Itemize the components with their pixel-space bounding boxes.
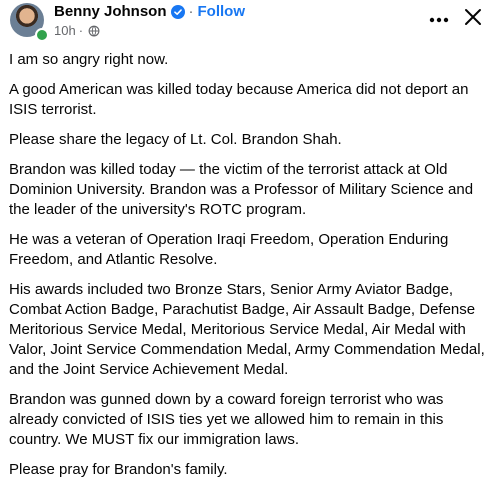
post-paragraph: I am so angry right now.	[9, 51, 169, 68]
post-paragraph: Brandon was killed today — the victim of…	[9, 161, 474, 218]
author-row: Benny Johnson · Follow	[54, 3, 245, 20]
author-name[interactable]: Benny Johnson	[54, 3, 167, 20]
meta-separator: ·	[78, 23, 84, 38]
post-paragraph: Please share the legacy of Lt. Col. Bran…	[9, 131, 342, 148]
close-icon	[464, 8, 482, 31]
post-body: I am so angry right now. A good American…	[9, 50, 493, 490]
post-timestamp[interactable]: 10h	[54, 23, 76, 38]
verified-badge-icon	[170, 4, 185, 19]
globe-icon[interactable]	[88, 25, 100, 37]
post-paragraph: Please pray for Brandon's family.	[9, 461, 228, 478]
avatar-wrapper[interactable]	[10, 3, 49, 42]
online-status-dot	[35, 28, 49, 42]
post-paragraph: He was a veteran of Operation Iraqi Free…	[9, 231, 449, 268]
post-meta: 10h ·	[54, 23, 100, 38]
post-paragraph: Brandon was gunned down by a coward fore…	[9, 391, 444, 448]
author-separator: ·	[188, 3, 194, 20]
more-horizontal-icon	[429, 10, 449, 28]
post-header: Benny Johnson · Follow 10h ·	[0, 0, 500, 44]
more-options-button[interactable]	[426, 8, 452, 30]
follow-button[interactable]: Follow	[198, 3, 246, 20]
close-button[interactable]	[460, 6, 486, 32]
post-paragraph: His awards included two Bronze Stars, Se…	[9, 281, 485, 378]
post-paragraph: A good American was killed today because…	[9, 81, 469, 118]
